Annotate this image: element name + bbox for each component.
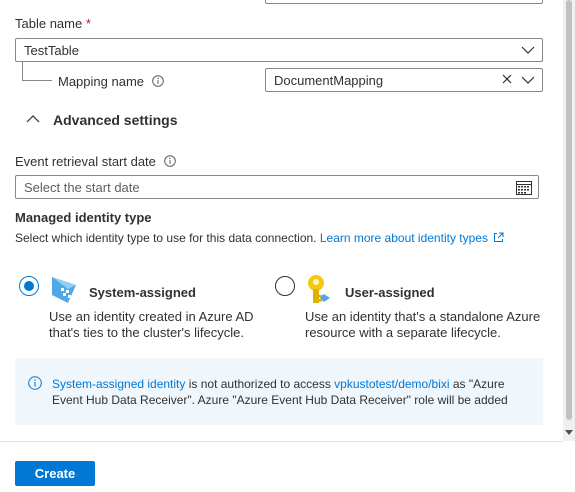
- learn-more-link[interactable]: Learn more about identity types: [320, 231, 504, 245]
- chevron-down-icon[interactable]: [521, 73, 535, 87]
- event-retrieval-label: Event retrieval start date: [15, 154, 176, 169]
- start-date-placeholder: Select the start date: [24, 180, 140, 195]
- footer-divider: [0, 441, 563, 442]
- scroll-down-arrow-icon[interactable]: [565, 428, 573, 436]
- previous-field-input[interactable]: [265, 0, 543, 4]
- table-name-value: TestTable: [24, 43, 79, 58]
- chevron-up-icon: [26, 115, 40, 123]
- system-assigned-title: System-assigned: [89, 285, 196, 300]
- start-date-input[interactable]: Select the start date: [15, 175, 539, 199]
- system-assigned-radio[interactable]: [19, 276, 39, 296]
- scrollbar-thumb[interactable]: [566, 0, 572, 420]
- user-assigned-description: Use an identity that's a standalone Azur…: [305, 309, 541, 340]
- info-icon[interactable]: [163, 155, 176, 167]
- managed-identity-description: Select which identity type to use for th…: [15, 231, 504, 245]
- create-button[interactable]: Create: [15, 461, 95, 486]
- info-message-bar: System-assigned identity is not authoriz…: [15, 358, 543, 425]
- table-name-dropdown[interactable]: TestTable: [15, 38, 543, 62]
- user-assigned-radio[interactable]: [275, 276, 295, 296]
- mapping-name-dropdown[interactable]: DocumentMapping: [265, 68, 543, 92]
- info-message-text: System-assigned identity is not authoriz…: [52, 377, 508, 407]
- tree-connector: [22, 62, 52, 81]
- chevron-down-icon: [521, 46, 535, 54]
- required-marker: *: [85, 16, 91, 31]
- info-icon: [28, 376, 42, 390]
- mapping-name-value: DocumentMapping: [274, 73, 384, 88]
- system-assigned-identity-icon: [52, 277, 76, 303]
- resource-link[interactable]: vpkustotest/demo/bixi: [334, 377, 449, 391]
- user-assigned-identity-icon: [308, 275, 330, 303]
- calendar-icon[interactable]: [516, 180, 532, 195]
- managed-identity-title: Managed identity type: [15, 210, 152, 225]
- advanced-settings-label: Advanced settings: [53, 112, 178, 128]
- system-assigned-description: Use an identity created in Azure AD that…: [49, 309, 254, 340]
- clear-icon[interactable]: [501, 73, 513, 85]
- system-assigned-identity-link[interactable]: System-assigned identity: [52, 377, 185, 391]
- table-name-label: Table name *: [15, 16, 91, 31]
- mapping-name-label: Mapping name: [58, 74, 164, 89]
- user-assigned-title: User-assigned: [345, 285, 435, 300]
- info-icon[interactable]: [151, 75, 164, 87]
- external-link-icon: [494, 232, 504, 242]
